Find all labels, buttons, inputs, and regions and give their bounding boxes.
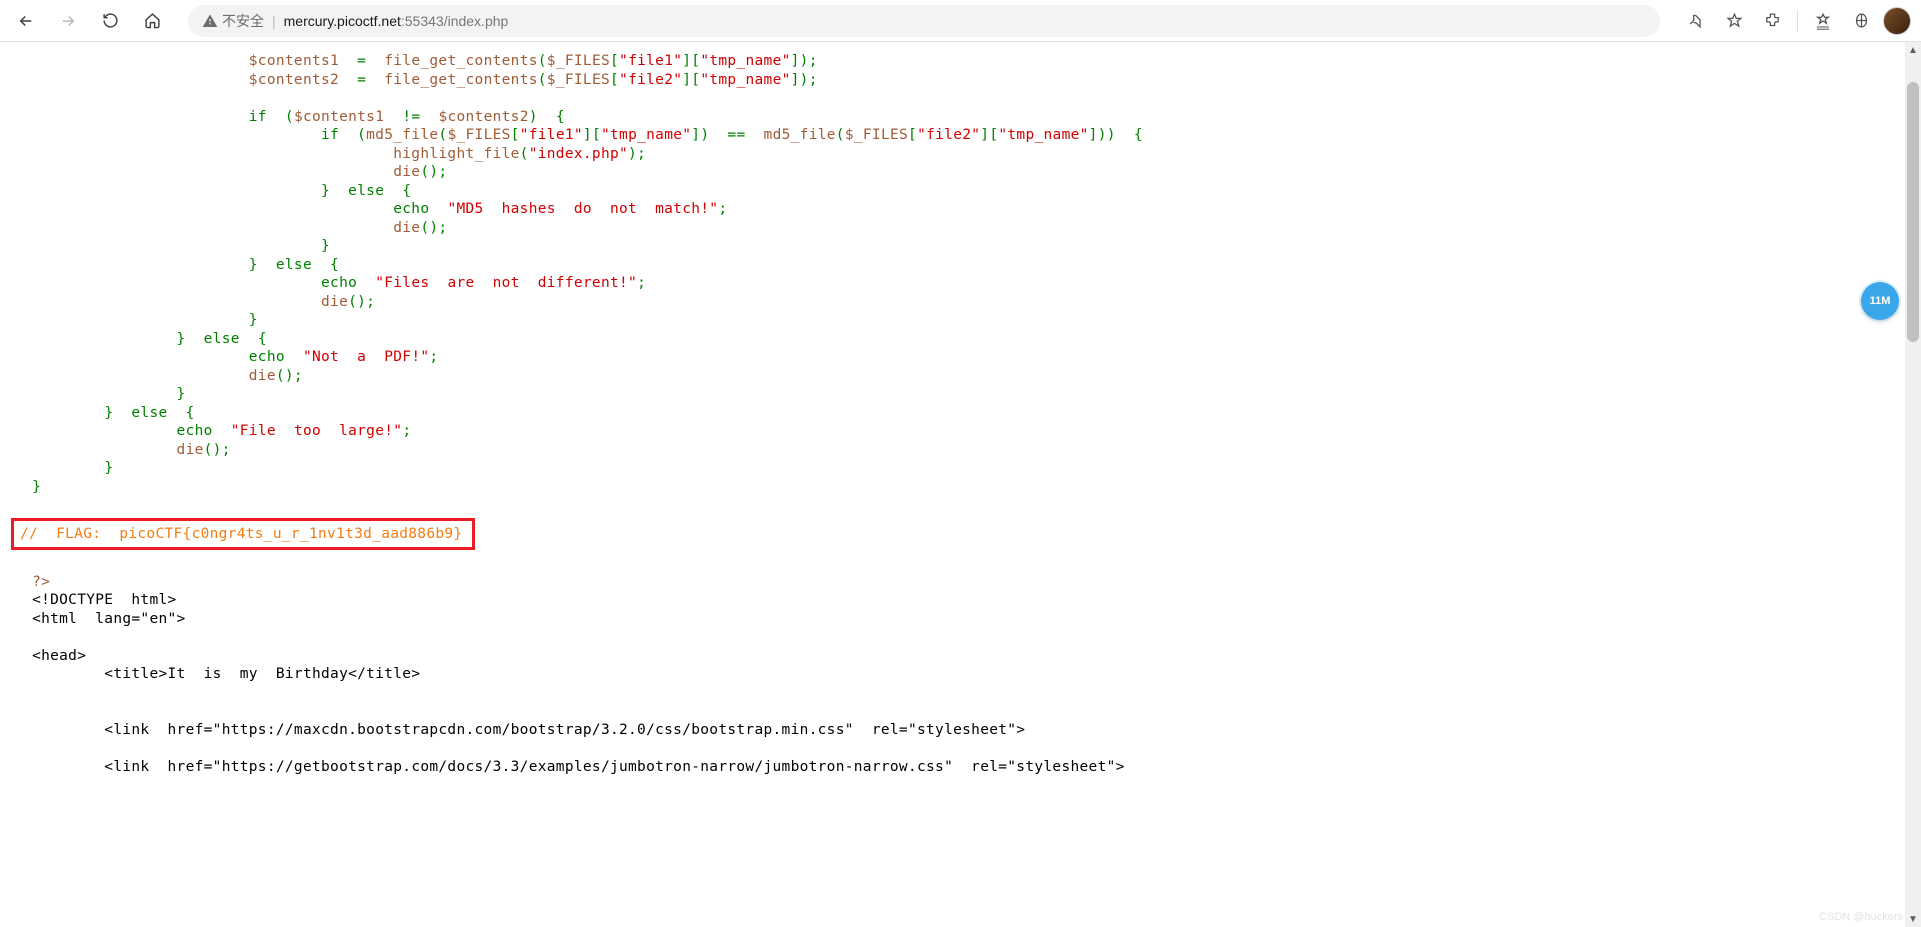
address-separator: | [272, 13, 276, 29]
favorite-icon[interactable] [1718, 5, 1750, 37]
php-source-view: $contents1 = file_get_contents($_FILES["… [0, 42, 1921, 816]
browser-toolbar: 不安全 | mercury.picoctf.net:55343/index.ph… [0, 0, 1921, 42]
url: mercury.picoctf.net:55343/index.php [284, 13, 509, 29]
link-jumbotron: <link href="https://getbootstrap.com/doc… [68, 759, 1124, 775]
profile-avatar[interactable] [1883, 7, 1911, 35]
read-aloud-icon[interactable] [1680, 5, 1712, 37]
html-open-tag: <html lang="en"> [32, 611, 186, 627]
toolbar-divider [1797, 10, 1798, 32]
insecure-warning: 不安全 [202, 11, 264, 31]
flag-highlight-box: // FLAG: picoCTF{c0ngr4ts_u_r_1nv1t3d_aa… [11, 518, 475, 551]
floating-badge[interactable]: 11M [1861, 282, 1899, 320]
watermark: CSDN @huckers [1819, 911, 1903, 923]
scroll-thumb[interactable] [1907, 82, 1919, 342]
collections-icon[interactable] [1845, 5, 1877, 37]
scroll-up-arrow[interactable]: ▲ [1905, 42, 1921, 58]
home-button[interactable] [136, 5, 168, 37]
url-host: mercury.picoctf.net [284, 13, 401, 29]
doctype-line: <!DOCTYPE html> [32, 592, 176, 608]
forward-button[interactable] [52, 5, 84, 37]
php-close-tag: ?> [32, 574, 50, 590]
flag-comment: // FLAG: picoCTF{c0ngr4ts_u_r_1nv1t3d_aa… [20, 526, 462, 542]
page-viewport: $contents1 = file_get_contents($_FILES["… [0, 42, 1921, 927]
toolbar-icons [1680, 5, 1911, 37]
refresh-button[interactable] [94, 5, 126, 37]
insecure-label: 不安全 [222, 11, 264, 31]
address-bar[interactable]: 不安全 | mercury.picoctf.net:55343/index.ph… [188, 5, 1660, 37]
title-line: <title>It is my Birthday</title> [68, 666, 420, 682]
back-button[interactable] [10, 5, 42, 37]
badge-label: 11M [1870, 295, 1891, 307]
extensions-icon[interactable] [1756, 5, 1788, 37]
head-open-tag: <head> [32, 648, 86, 664]
favorites-list-icon[interactable] [1807, 5, 1839, 37]
link-bootstrap: <link href="https://maxcdn.bootstrapcdn.… [68, 722, 1025, 738]
code-block: $contents1 = file_get_contents($_FILES["… [14, 52, 1907, 776]
vertical-scrollbar[interactable]: ▲ ▼ [1905, 42, 1921, 927]
url-path: :55343/index.php [401, 13, 508, 29]
scroll-down-arrow[interactable]: ▼ [1905, 911, 1921, 927]
